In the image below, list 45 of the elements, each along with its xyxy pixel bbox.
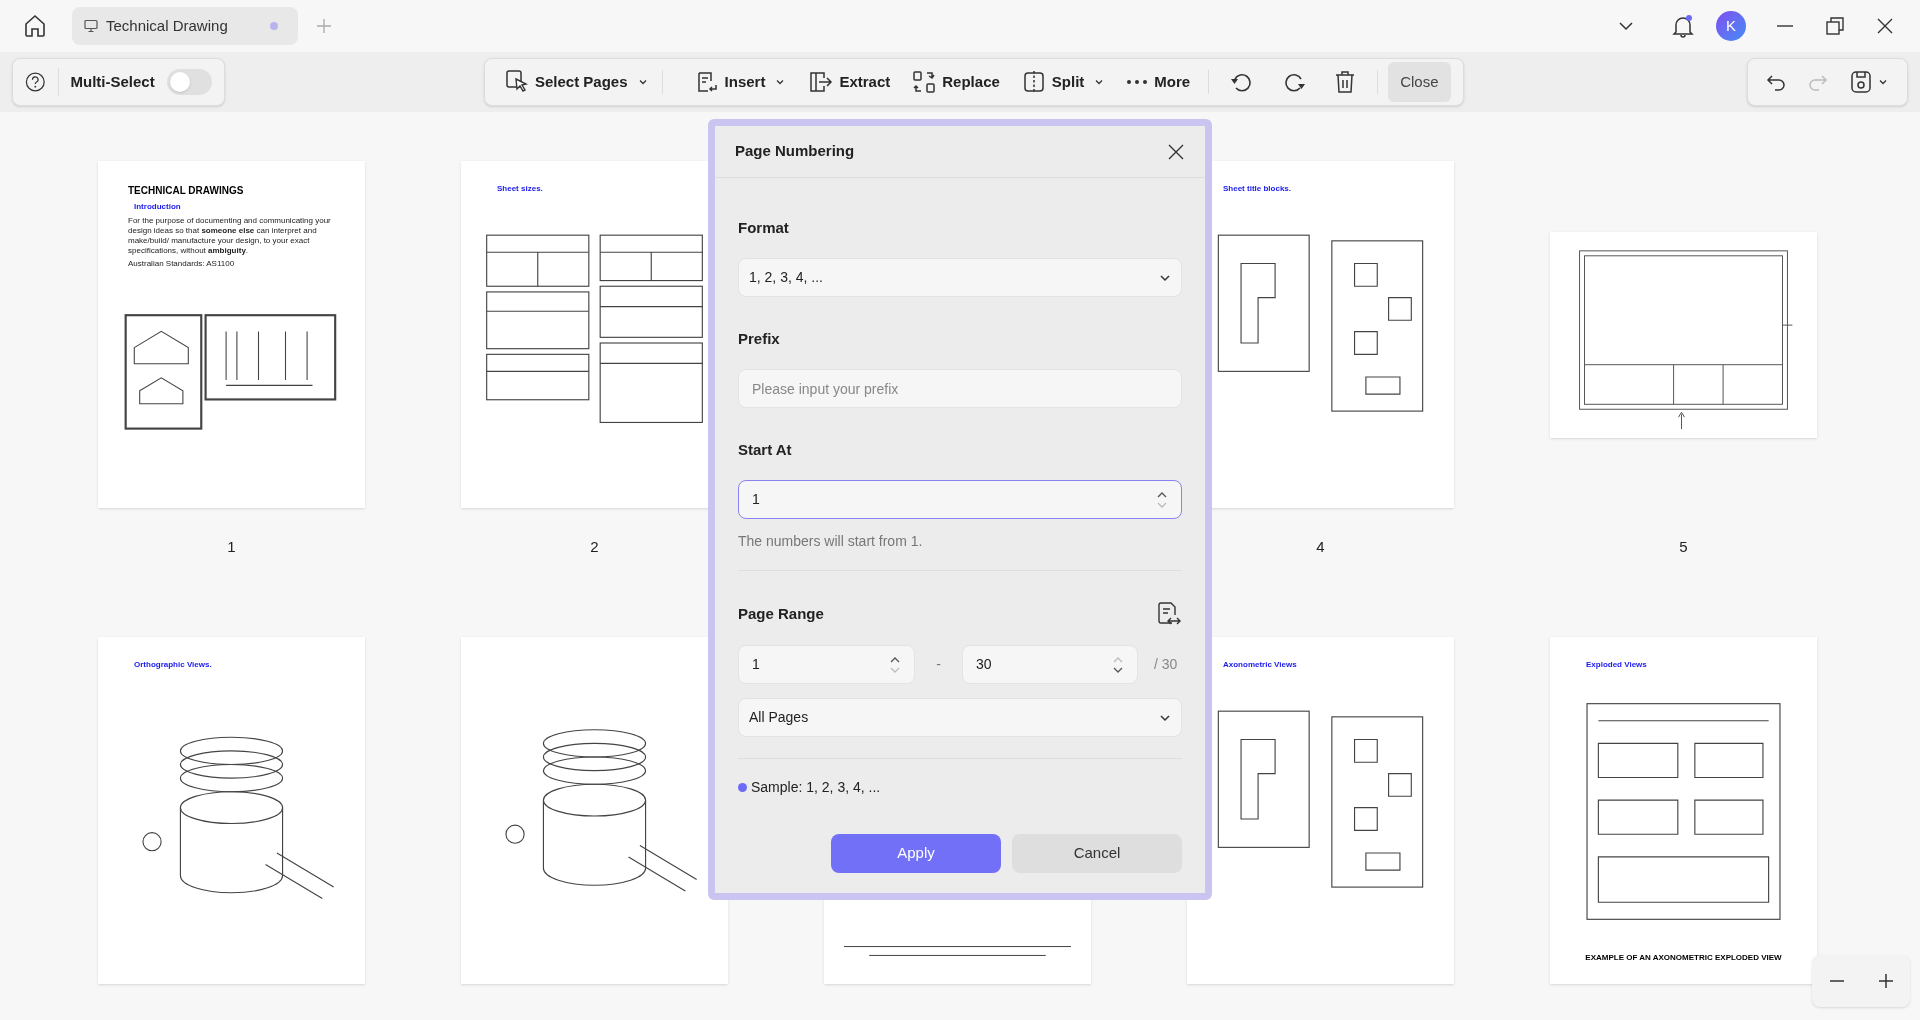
format-select[interactable]: 1, 2, 3, 4, ... xyxy=(738,258,1182,297)
hint-text: The numbers will start from 1. xyxy=(738,532,924,551)
field-label: Format xyxy=(738,218,790,238)
page-subheading: Sheet title blocks. xyxy=(1223,183,1293,195)
document-tab[interactable]: Technical Drawing xyxy=(72,7,298,45)
page-thumbnail[interactable]: Orthographic Views. xyxy=(98,636,365,984)
avatar[interactable]: K xyxy=(1716,11,1746,41)
multi-select-label: Multi-Select xyxy=(70,71,155,92)
apply-button[interactable]: Apply xyxy=(831,834,1001,873)
dialog-title: Page Numbering xyxy=(735,141,855,162)
tab-title: Technical Drawing xyxy=(106,15,228,36)
page-heading: TECHNICAL DRAWINGS xyxy=(128,184,245,198)
prefix-input[interactable]: Please input your prefix xyxy=(738,369,1182,408)
page-number: 2 xyxy=(590,537,599,557)
page-thumbnail[interactable]: Exploded Views EXAMPLE OF AN AXONOMETRIC EXPLODED VIEW xyxy=(1550,636,1817,984)
page-text: For the purpose of documenting and communicating your design ideas so that someone else can interpret and make/build/ manufacture your design, to your exact specifications, without ambiguity. xyxy=(128,216,332,256)
page-subheading: Sheet sizes. xyxy=(497,183,544,195)
toolbar-button[interactable]: More xyxy=(1118,63,1199,101)
page-number: 1 xyxy=(227,537,236,557)
toolbar-button[interactable]: Insert xyxy=(686,63,794,101)
page-thumbnail[interactable]: Axonometric Views xyxy=(1187,636,1454,984)
toolbar-button[interactable]: Replace xyxy=(904,63,1008,101)
range-end-input[interactable]: 30 xyxy=(962,645,1138,684)
cancel-button[interactable]: Cancel xyxy=(1012,834,1182,873)
sample-text: Sample: 1, 2, 3, 4, ... xyxy=(751,778,881,797)
toolbar-button[interactable]: Select Pages xyxy=(497,63,656,101)
range-separator: - xyxy=(935,655,942,674)
page-text: Australian Standards: AS1100 xyxy=(128,259,236,269)
page-caption: EXAMPLE OF AN AXONOMETRIC EXPLODED VIEW xyxy=(1584,951,1783,964)
page-subheading: Orthographic Views. xyxy=(134,658,213,671)
page-subheading: Exploded Views xyxy=(1586,658,1648,671)
toolbar-button[interactable]: Extract xyxy=(799,63,899,101)
toolbar-button[interactable]: Split xyxy=(1013,63,1113,101)
range-start-input[interactable]: 1 xyxy=(738,645,915,684)
page-number: 5 xyxy=(1679,537,1688,557)
field-label: Page Range xyxy=(738,603,824,624)
field-label: Start At xyxy=(738,440,793,460)
page-number: 4 xyxy=(1316,537,1325,557)
range-select[interactable]: All Pages xyxy=(738,698,1182,737)
page-total: / 30 xyxy=(1154,655,1178,674)
close-button[interactable]: Close xyxy=(1388,62,1451,102)
page-subheading: Introduction xyxy=(134,201,182,213)
field-label: Prefix xyxy=(738,329,781,349)
page-subheading: Axonometric Views xyxy=(1223,658,1298,671)
start-at-input[interactable]: 1 xyxy=(738,480,1182,519)
